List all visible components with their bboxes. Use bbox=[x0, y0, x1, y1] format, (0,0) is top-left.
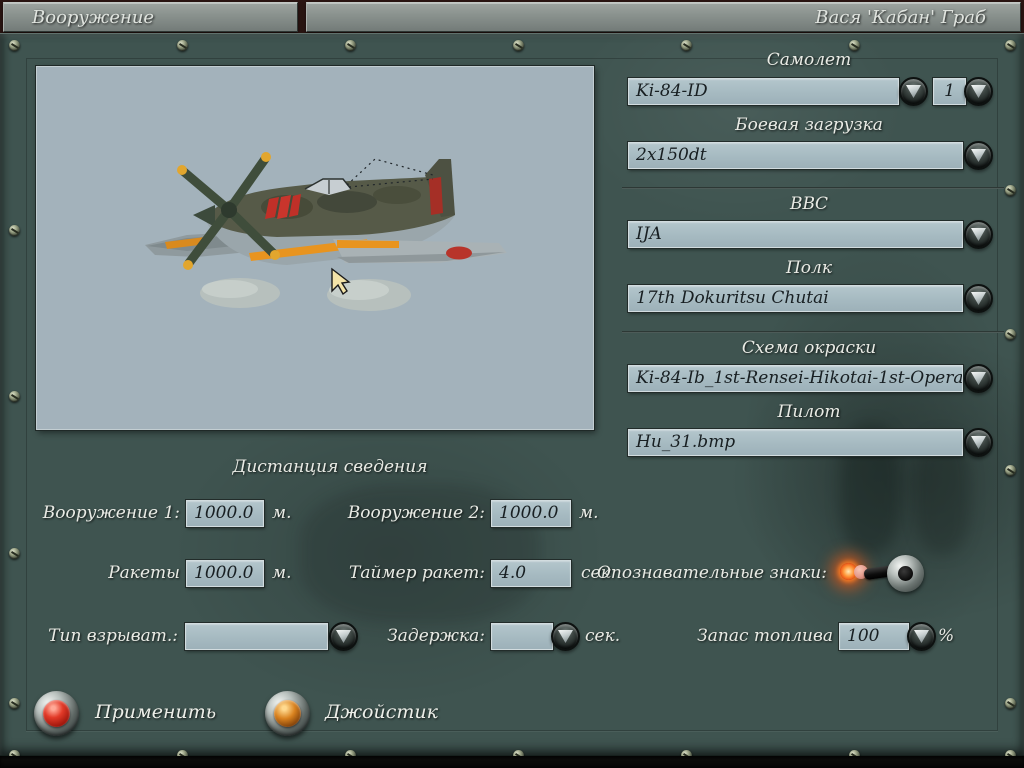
bottom-bezel bbox=[0, 756, 1024, 768]
dropdown-arrow-icon bbox=[971, 372, 986, 385]
skin-label: Схема окраски bbox=[741, 338, 877, 358]
screw-icon bbox=[345, 40, 356, 51]
aircraft-count-field[interactable]: 1 bbox=[932, 77, 967, 106]
regiment-select[interactable]: 17th Dokuritsu Chutai bbox=[627, 284, 964, 313]
aircraft-render bbox=[145, 152, 507, 311]
weapon1-unit: м. bbox=[272, 503, 292, 523]
rocket-timer-input[interactable]: 4.0 bbox=[490, 559, 572, 588]
rockets-input[interactable]: 1000.0 bbox=[185, 559, 265, 588]
delay-dropdown-button[interactable] bbox=[551, 622, 580, 651]
airforce-dropdown-button[interactable] bbox=[964, 220, 993, 249]
weapon2-input[interactable]: 1000.0 bbox=[490, 499, 572, 528]
fuel-label: Запас топлива bbox=[697, 626, 833, 646]
weapon2-label: Вооружение 2: bbox=[347, 503, 485, 523]
screw-icon bbox=[9, 698, 20, 709]
fuel-unit: % bbox=[938, 626, 955, 646]
dropdown-arrow-icon bbox=[971, 436, 986, 449]
rocket-timer-label: Таймер ракет: bbox=[349, 563, 485, 583]
apply-button-dome-icon bbox=[43, 700, 70, 727]
screw-icon bbox=[1005, 329, 1016, 340]
screw-icon bbox=[9, 40, 20, 51]
loadout-label: Боевая загрузка bbox=[735, 115, 883, 135]
pilot-skin-label: Пилот bbox=[777, 402, 841, 422]
id-marks-toggle[interactable] bbox=[840, 552, 930, 596]
separator bbox=[622, 187, 1004, 189]
screw-icon bbox=[1005, 185, 1016, 196]
loadout-dropdown-button[interactable] bbox=[964, 141, 993, 170]
screw-icon bbox=[513, 40, 524, 51]
dropdown-arrow-icon bbox=[906, 85, 921, 98]
delay-select[interactable] bbox=[490, 622, 554, 651]
tab-pilot-name[interactable]: Вася 'Кабан' Граб bbox=[306, 2, 1021, 32]
screw-icon bbox=[9, 225, 20, 236]
tab-armament[interactable]: Вооружение bbox=[3, 2, 298, 32]
id-marks-label: Опознавательные знаки: bbox=[597, 563, 827, 583]
dropdown-arrow-icon bbox=[914, 630, 929, 643]
screw-icon bbox=[1005, 698, 1016, 709]
dropdown-arrow-icon bbox=[971, 228, 986, 241]
joystick-button-label: Джойстик bbox=[325, 701, 438, 723]
delay-unit: сек. bbox=[585, 626, 621, 646]
aircraft-label: Самолет bbox=[766, 50, 852, 70]
rockets-label: Ракеты bbox=[108, 563, 180, 583]
screw-icon bbox=[177, 40, 188, 51]
screw-icon bbox=[1005, 465, 1016, 476]
fuse-type-label: Тип взрыват.: bbox=[48, 626, 178, 646]
screw-icon bbox=[681, 40, 692, 51]
screw-icon bbox=[9, 391, 20, 402]
loadout-select[interactable]: 2x150dt bbox=[627, 141, 964, 170]
tab-armament-label: Вооружение bbox=[32, 6, 155, 28]
screw-icon bbox=[1005, 40, 1016, 51]
aircraft-select[interactable]: Ki-84-ID bbox=[627, 77, 900, 106]
dropdown-arrow-icon bbox=[336, 630, 351, 643]
pilot-skin-dropdown-button[interactable] bbox=[964, 428, 993, 457]
apply-button-label: Применить bbox=[95, 701, 217, 723]
pilot-name-label: Вася 'Кабан' Граб bbox=[815, 6, 986, 28]
delay-label: Задержка: bbox=[387, 626, 485, 646]
aircraft-preview bbox=[35, 65, 595, 431]
airforce-select[interactable]: IJA bbox=[627, 220, 964, 249]
weapon2-unit: м. bbox=[579, 503, 599, 523]
regiment-dropdown-button[interactable] bbox=[964, 284, 993, 313]
dropdown-arrow-icon bbox=[971, 149, 986, 162]
apply-button[interactable] bbox=[34, 691, 79, 736]
airforce-label: ВВС bbox=[790, 194, 828, 214]
aircraft-count-dropdown-button[interactable] bbox=[964, 77, 993, 106]
fuse-type-select[interactable] bbox=[184, 622, 329, 651]
skin-select[interactable]: Ki-84-Ib_1st-Rensei-Hikotai-1st-Operat bbox=[627, 364, 964, 393]
skin-dropdown-button[interactable] bbox=[964, 364, 993, 393]
weapon1-label: Вооружение 1: bbox=[42, 503, 180, 523]
toggle-base bbox=[887, 555, 924, 592]
screw-icon bbox=[849, 40, 860, 51]
fuel-dropdown-button[interactable] bbox=[907, 622, 936, 651]
separator bbox=[622, 331, 1004, 333]
dropdown-arrow-icon bbox=[971, 85, 986, 98]
joystick-button[interactable] bbox=[265, 691, 310, 736]
joystick-button-dome-icon bbox=[274, 700, 301, 727]
convergence-title: Дистанция сведения bbox=[232, 457, 428, 477]
dropdown-arrow-icon bbox=[558, 630, 573, 643]
aircraft-dropdown-button[interactable] bbox=[899, 77, 928, 106]
rockets-unit: м. bbox=[272, 563, 292, 583]
screw-icon bbox=[9, 548, 20, 559]
fuel-input[interactable]: 100 bbox=[838, 622, 910, 651]
arming-screen: Вооружение Вася 'Кабан' Граб Самолет Ki-… bbox=[0, 0, 1024, 768]
regiment-label: Полк bbox=[785, 258, 833, 278]
pilot-skin-select[interactable]: Hu_31.bmp bbox=[627, 428, 964, 457]
weapon1-input[interactable]: 1000.0 bbox=[185, 499, 265, 528]
dropdown-arrow-icon bbox=[971, 292, 986, 305]
